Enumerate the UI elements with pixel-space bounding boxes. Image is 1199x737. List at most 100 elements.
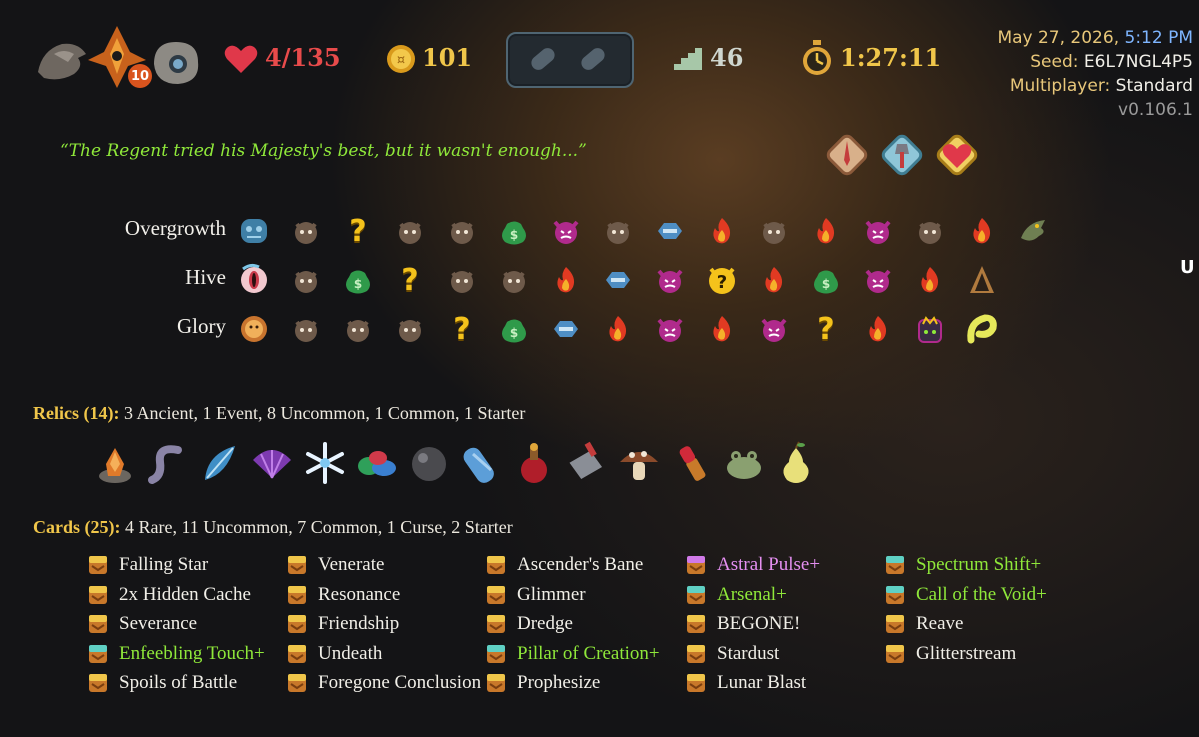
card-entry[interactable]: Reave xyxy=(884,611,963,637)
monster-node-icon[interactable] xyxy=(601,214,635,248)
monster-node-icon[interactable] xyxy=(393,214,427,248)
empty-potion-slot-icon[interactable] xyxy=(576,44,610,74)
axe-badge-icon[interactable] xyxy=(879,132,925,178)
sword-badge-icon[interactable] xyxy=(824,132,870,178)
elite-node-icon[interactable] xyxy=(861,214,895,248)
shop-node-icon[interactable] xyxy=(653,214,687,248)
empty-potion-slot-icon[interactable] xyxy=(526,44,560,74)
card-name: Pillar of Creation+ xyxy=(517,642,660,664)
unknown-node-icon[interactable]: ? xyxy=(445,312,479,347)
frog-icon[interactable] xyxy=(721,440,767,486)
rest-node-icon[interactable] xyxy=(809,214,843,248)
rest-node-icon[interactable] xyxy=(705,312,739,346)
card-entry[interactable]: Foregone Conclusion xyxy=(286,670,481,696)
rest-node-icon[interactable] xyxy=(549,263,583,297)
card-entry[interactable]: Lunar Blast xyxy=(685,670,806,696)
treasure-node-icon[interactable]: $ xyxy=(809,263,843,297)
boss-serpent-node-icon[interactable] xyxy=(965,312,999,346)
blue-sleeping-bag-icon[interactable] xyxy=(459,440,505,486)
seed-value[interactable]: E6L7NGL4P5 xyxy=(1084,52,1193,72)
elite-node-icon[interactable] xyxy=(549,214,583,248)
unknown-node-icon[interactable]: ? xyxy=(393,263,427,298)
card-entry[interactable]: Arsenal+ xyxy=(685,582,787,608)
card-entry[interactable]: Undeath xyxy=(286,641,382,667)
dark-orb-icon[interactable] xyxy=(406,440,452,486)
cleaver-icon[interactable] xyxy=(564,440,610,486)
snowflake-icon[interactable] xyxy=(302,440,348,486)
card-entry[interactable]: Astral Pulse+ xyxy=(685,552,820,578)
monster-node-icon[interactable] xyxy=(445,214,479,248)
monster-node-icon[interactable] xyxy=(289,263,323,297)
gray-tentacle-icon[interactable] xyxy=(144,440,190,486)
red-potion-icon[interactable] xyxy=(511,440,557,486)
monster-node-icon[interactable] xyxy=(393,312,427,346)
mushroom-icon[interactable] xyxy=(616,440,662,486)
relics-summary: 3 Ancient, 1 Event, 8 Uncommon, 1 Common… xyxy=(123,403,526,423)
colored-stones-icon[interactable] xyxy=(354,440,400,486)
treasure-node-icon[interactable]: $ xyxy=(497,214,531,248)
monster-node-icon[interactable] xyxy=(445,263,479,297)
boss-hooded-node-icon[interactable] xyxy=(965,263,999,297)
lipstick-icon[interactable] xyxy=(668,440,714,486)
purple-fan-icon[interactable] xyxy=(249,440,295,486)
hive-icon[interactable] xyxy=(237,263,271,297)
glory-icon[interactable] xyxy=(237,312,271,346)
card-entry[interactable]: Stardust xyxy=(685,641,779,667)
defect-portrait-icon[interactable] xyxy=(148,34,204,90)
unknown-monster-node-icon[interactable]: ? xyxy=(705,263,739,297)
elite-node-icon[interactable] xyxy=(861,263,895,297)
card-entry[interactable]: Glitterstream xyxy=(884,641,1016,667)
card-entry[interactable]: Call of the Void+ xyxy=(884,582,1047,608)
card-entry[interactable]: Venerate xyxy=(286,552,384,578)
card-entry[interactable]: Dredge xyxy=(485,611,573,637)
card-entry[interactable]: Resonance xyxy=(286,582,400,608)
card-entry[interactable]: Spoils of Battle xyxy=(87,670,237,696)
card-entry[interactable]: Enfeebling Touch+ xyxy=(87,641,265,667)
rest-node-icon[interactable] xyxy=(913,263,947,297)
card-icon xyxy=(487,644,505,663)
monster-node-icon[interactable] xyxy=(341,312,375,346)
treasure-node-icon[interactable]: $ xyxy=(341,263,375,297)
monster-node-icon[interactable] xyxy=(289,312,323,346)
rest-node-icon[interactable] xyxy=(705,214,739,248)
elite-node-icon[interactable] xyxy=(757,312,791,346)
card-entry[interactable]: Falling Star xyxy=(87,552,208,578)
monster-node-icon[interactable] xyxy=(289,214,323,248)
treasure-node-icon[interactable]: $ xyxy=(497,312,531,346)
boss-crown-node-icon[interactable] xyxy=(913,312,947,346)
wolf-portrait-icon[interactable] xyxy=(34,32,90,88)
monster-node-icon[interactable] xyxy=(497,263,531,297)
card-entry[interactable]: Severance xyxy=(87,611,197,637)
card-name: Call of the Void+ xyxy=(916,583,1047,605)
monster-node-icon[interactable] xyxy=(757,214,791,248)
rest-node-icon[interactable] xyxy=(757,263,791,297)
elite-node-icon[interactable] xyxy=(653,263,687,297)
monster-node-icon[interactable] xyxy=(913,214,947,248)
crystal-rock-icon[interactable] xyxy=(92,440,138,486)
heart-badge-icon[interactable] xyxy=(934,132,980,178)
boss-dragon-node-icon[interactable] xyxy=(1017,214,1051,248)
card-name: Dredge xyxy=(517,613,573,634)
blue-feather-icon[interactable] xyxy=(197,440,243,486)
card-entry[interactable]: Glimmer xyxy=(485,582,586,608)
unknown-node-icon[interactable]: ? xyxy=(809,312,843,347)
card-icon xyxy=(487,585,505,604)
card-entry[interactable]: Spectrum Shift+ xyxy=(884,552,1041,578)
overgrowth-icon[interactable] xyxy=(237,214,271,248)
rest-node-icon[interactable] xyxy=(601,312,635,346)
shop-node-icon[interactable] xyxy=(601,263,635,297)
shop-node-icon[interactable] xyxy=(549,312,583,346)
run-info: May 27, 2026, 5:12 PM Seed: E6L7NGL4P5 M… xyxy=(997,26,1193,122)
elite-node-icon[interactable] xyxy=(653,312,687,346)
card-entry[interactable]: BEGONE! xyxy=(685,611,800,637)
rest-node-icon[interactable] xyxy=(965,214,999,248)
rest-node-icon[interactable] xyxy=(861,312,895,346)
card-entry[interactable]: Friendship xyxy=(286,611,399,637)
card-entry[interactable]: Prophesize xyxy=(485,670,600,696)
pear-icon[interactable] xyxy=(773,440,819,486)
card-entry[interactable]: Pillar of Creation+ xyxy=(485,641,660,667)
unknown-node-icon[interactable]: ? xyxy=(341,214,375,249)
card-entry[interactable]: Ascender's Bane xyxy=(485,552,643,578)
card-entry[interactable]: 2x Hidden Cache xyxy=(87,582,251,608)
card-name: Glimmer xyxy=(517,583,586,605)
